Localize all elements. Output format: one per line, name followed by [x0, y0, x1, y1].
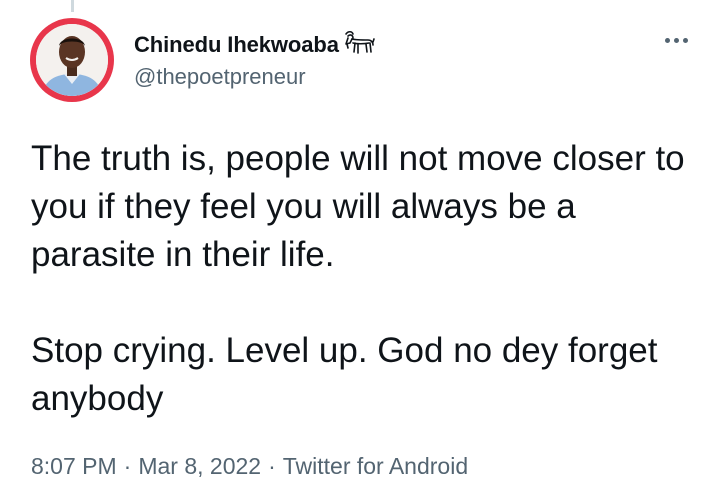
meta-separator: ·	[123, 453, 132, 479]
more-options-button[interactable]	[660, 30, 692, 50]
more-options-icon-dot	[673, 37, 679, 43]
meta-separator: ·	[268, 453, 276, 479]
tweet-card: Chinedu Ihekwoaba @thepoetpreneur The tr…	[0, 0, 720, 495]
author-handle[interactable]: @thepoetpreneur	[134, 64, 306, 90]
tweet-source[interactable]: Twitter for Android	[283, 453, 468, 479]
tweet-text: The truth is, people will not move close…	[31, 135, 691, 423]
more-options-icon	[664, 37, 670, 43]
avatar[interactable]	[30, 18, 114, 102]
tweet-paragraph: The truth is, people will not move close…	[31, 139, 685, 274]
tweet-paragraph: Stop crying. Level up. God no dey forget…	[31, 331, 658, 418]
author-name-row[interactable]: Chinedu Ihekwoaba	[134, 30, 376, 60]
thread-connector-line	[71, 0, 74, 12]
avatar-photo	[36, 24, 108, 96]
goat-icon	[342, 30, 376, 60]
tweet-time[interactable]: 8:07 PM	[31, 453, 117, 479]
author-display-name[interactable]: Chinedu Ihekwoaba	[134, 32, 339, 58]
tweet-date[interactable]: Mar 8, 2022	[138, 453, 261, 479]
tweet-meta: 8:07 PM · Mar 8, 2022 · Twitter for Android	[31, 453, 468, 480]
more-options-icon-dot	[682, 37, 688, 43]
